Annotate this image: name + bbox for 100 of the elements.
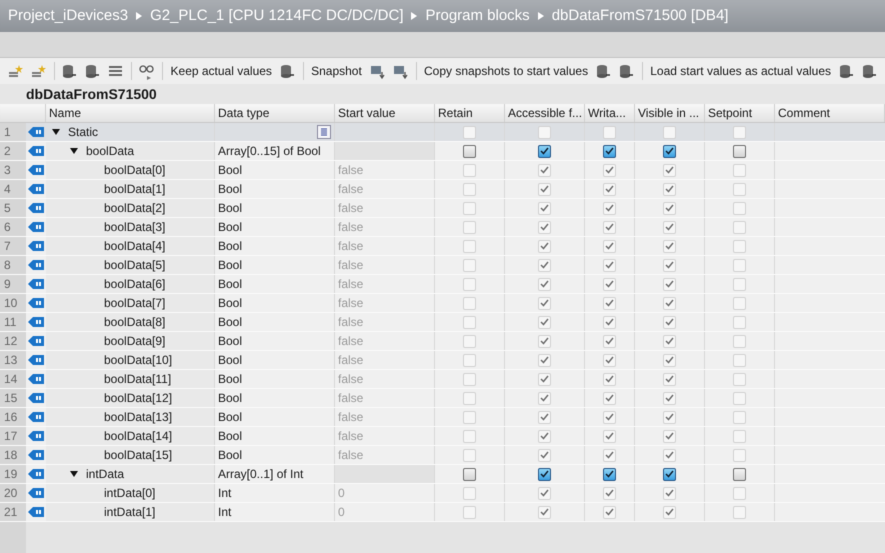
data-type: Bool xyxy=(218,200,242,217)
database-icon[interactable] xyxy=(61,62,78,80)
start-value: false xyxy=(338,276,364,293)
variable-name: boolData[9] xyxy=(104,333,166,350)
checkbox[interactable] xyxy=(663,144,676,158)
checkbox[interactable] xyxy=(463,144,476,158)
variable-name: boolData[13] xyxy=(104,409,172,426)
column-header[interactable]: Name xyxy=(46,104,215,122)
expand-caret-icon[interactable] xyxy=(70,470,78,478)
database-icon[interactable] xyxy=(595,62,612,80)
expand-caret-icon[interactable] xyxy=(52,128,60,136)
row-number: 1 xyxy=(0,123,26,141)
variable-name: boolData[4] xyxy=(104,238,166,255)
row-number: 12 xyxy=(0,332,26,350)
data-type: Bool xyxy=(218,257,242,274)
row-number: 16 xyxy=(0,408,26,426)
tag-icon xyxy=(28,165,44,175)
tag-icon xyxy=(28,336,44,346)
variable-name: Static xyxy=(68,124,98,141)
database-icon[interactable] xyxy=(84,62,102,80)
checkbox[interactable] xyxy=(463,468,476,480)
row-number: 15 xyxy=(0,389,26,407)
checkbox[interactable] xyxy=(663,468,676,480)
variable-name: boolData[8] xyxy=(104,314,166,331)
start-value: false xyxy=(338,238,364,255)
data-type: Int xyxy=(218,504,232,521)
add-row-icon[interactable] xyxy=(30,62,47,80)
glasses-icon[interactable] xyxy=(138,62,156,80)
data-type: Bool xyxy=(218,314,242,331)
tag-icon xyxy=(28,317,44,327)
tag-icon xyxy=(28,469,44,479)
tag-icon xyxy=(28,431,44,441)
checkbox[interactable] xyxy=(603,468,616,480)
row-number: 7 xyxy=(0,237,26,255)
tag-icon xyxy=(28,298,44,308)
variable-name: boolData[1] xyxy=(104,181,166,198)
checkbox[interactable] xyxy=(603,144,616,158)
database-icon[interactable] xyxy=(618,62,636,80)
checkbox[interactable] xyxy=(538,468,551,480)
row-number: 19 xyxy=(0,465,26,483)
expand-caret-icon[interactable] xyxy=(70,147,78,155)
column-header[interactable]: Writa... xyxy=(585,104,635,122)
column-header[interactable]: Comment xyxy=(775,104,885,122)
row-number: 2 xyxy=(0,142,26,160)
row-number: 4 xyxy=(0,180,26,198)
start-value: 0 xyxy=(338,485,345,502)
data-type: Bool xyxy=(218,333,242,350)
row-number: 18 xyxy=(0,446,26,464)
data-type: Bool xyxy=(218,390,242,407)
column-header[interactable]: Data type xyxy=(215,104,335,122)
variable-name: boolData[15] xyxy=(104,447,172,464)
data-type: Bool xyxy=(218,162,242,179)
list-icon[interactable] xyxy=(317,125,331,139)
database-icon[interactable] xyxy=(838,62,856,80)
variable-name: boolData[3] xyxy=(104,219,166,236)
insert-row-icon[interactable] xyxy=(7,62,24,80)
checkbox[interactable] xyxy=(538,144,551,158)
checkbox[interactable] xyxy=(733,468,746,480)
tag-icon xyxy=(28,260,44,270)
data-type: Array[0..15] of Bool xyxy=(218,143,321,160)
row-number: 9 xyxy=(0,275,26,293)
start-value: false xyxy=(338,295,364,312)
variable-name: boolData[2] xyxy=(104,200,166,217)
tag-icon xyxy=(28,374,44,384)
row-number: 20 xyxy=(0,484,26,502)
start-value: false xyxy=(338,257,364,274)
variable-name: intData xyxy=(86,466,124,483)
column-header[interactable]: Setpoint xyxy=(705,104,775,122)
database-icon[interactable] xyxy=(861,62,878,80)
data-type: Array[0..1] of Int xyxy=(218,466,304,483)
chevron-icon xyxy=(538,12,544,20)
start-value: false xyxy=(338,200,364,217)
start-value: false xyxy=(338,409,364,426)
database-icon[interactable] xyxy=(278,62,296,80)
row-number: 14 xyxy=(0,370,26,388)
start-value: false xyxy=(338,181,364,198)
toolbar-button[interactable]: Keep actual values xyxy=(166,62,276,80)
column-header[interactable]: Accessible f... xyxy=(505,104,585,122)
row-number: 6 xyxy=(0,218,26,236)
toolbar-button[interactable]: Copy snapshots to start values xyxy=(420,62,592,80)
variable-name: boolData[6] xyxy=(104,276,166,293)
start-value: false xyxy=(338,428,364,445)
column-header[interactable]: Visible in ... xyxy=(635,104,705,122)
row-number: 13 xyxy=(0,351,26,369)
column-header[interactable]: Retain xyxy=(435,104,505,122)
data-type: Bool xyxy=(218,219,242,236)
variable-name: boolData[7] xyxy=(104,295,166,312)
row-number: 3 xyxy=(0,161,26,179)
row-number: 8 xyxy=(0,256,26,274)
block-title: dbDataFromS71500 xyxy=(26,84,157,104)
tag-icon xyxy=(28,222,44,232)
tag-icon xyxy=(28,355,44,365)
column-header[interactable]: Start value xyxy=(335,104,435,122)
start-value: 0 xyxy=(338,504,345,521)
variable-name: intData[0] xyxy=(104,485,156,502)
toolbar-button[interactable]: Load start values as actual values xyxy=(646,62,836,80)
checkbox[interactable] xyxy=(733,144,746,158)
row-number: 10 xyxy=(0,294,26,312)
toolbar-button[interactable]: Snapshot xyxy=(307,62,366,80)
variable-name: boolData[5] xyxy=(104,257,166,274)
